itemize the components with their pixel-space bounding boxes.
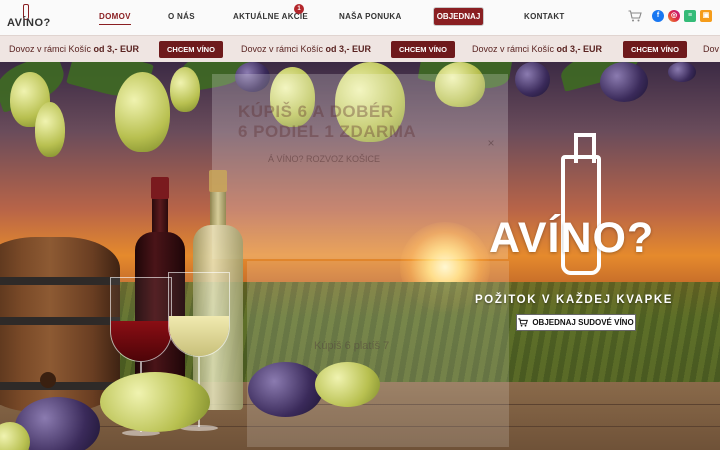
hero-tagline: POŽITOK V KAŽDEJ KVAPKE — [475, 294, 674, 306]
ticker-text: Dov — [703, 44, 720, 54]
want-wine-button[interactable]: CHCEM VÍNO — [623, 41, 687, 58]
hero-banner: KÚPIŠ 6 A DOBÉR 6 PODIEL 1 ZDARMA Á VÍNO?… — [0, 62, 720, 450]
facebook-icon[interactable]: f — [652, 10, 664, 22]
nav-o-nas[interactable]: O NÁS — [168, 12, 195, 21]
nav-kontakt[interactable]: KONTAKT — [524, 12, 565, 21]
cta-label: OBJEDNAJ SUDOVÉ VÍNO — [532, 318, 634, 327]
header-icons: f ◎ ≡ ▣ — [628, 10, 712, 22]
cart-icon[interactable] — [628, 10, 642, 22]
want-wine-button[interactable]: CHCEM VÍNO — [391, 41, 455, 58]
ticker-text: Dovoz v rámci Košíc od 3,- EUR — [9, 44, 140, 54]
promo-count-badge: 1 — [294, 4, 304, 14]
want-wine-button[interactable]: CHCEM VÍNO — [159, 41, 223, 58]
hero-brand: AVÍNO? POŽITOK V KAŽDEJ KVAPKE OBJEDNAJ … — [0, 62, 720, 450]
wolt-icon[interactable]: ▣ — [700, 10, 712, 22]
order-barrel-wine-button[interactable]: OBJEDNAJ SUDOVÉ VÍNO — [516, 314, 636, 331]
site-header: AVÍNO? DOMOV O NÁS AKTUÁLNE AKCIE 1 NAŠA… — [0, 0, 720, 35]
nav-domov[interactable]: DOMOV — [99, 12, 131, 25]
nav-nasa-ponuka[interactable]: NAŠA PONUKA — [339, 12, 402, 21]
delivery-ticker: Dovoz v rámci Košíc od 3,- EUR CHCEM VÍN… — [0, 35, 720, 62]
instagram-icon[interactable]: ◎ — [668, 10, 680, 22]
order-button[interactable]: OBJEDNAJ — [434, 8, 483, 25]
cart-icon — [518, 318, 529, 327]
bolt-food-icon[interactable]: ≡ — [684, 10, 696, 22]
ticker-text: Dovoz v rámci Košíc od 3,- EUR — [472, 44, 603, 54]
ticker-text: Dovoz v rámci Košíc od 3,- EUR — [241, 44, 372, 54]
hero-brand-name: AVÍNO? — [489, 214, 655, 262]
main-nav: DOMOV O NÁS AKTUÁLNE AKCIE 1 NAŠA PONUKA… — [0, 0, 720, 35]
